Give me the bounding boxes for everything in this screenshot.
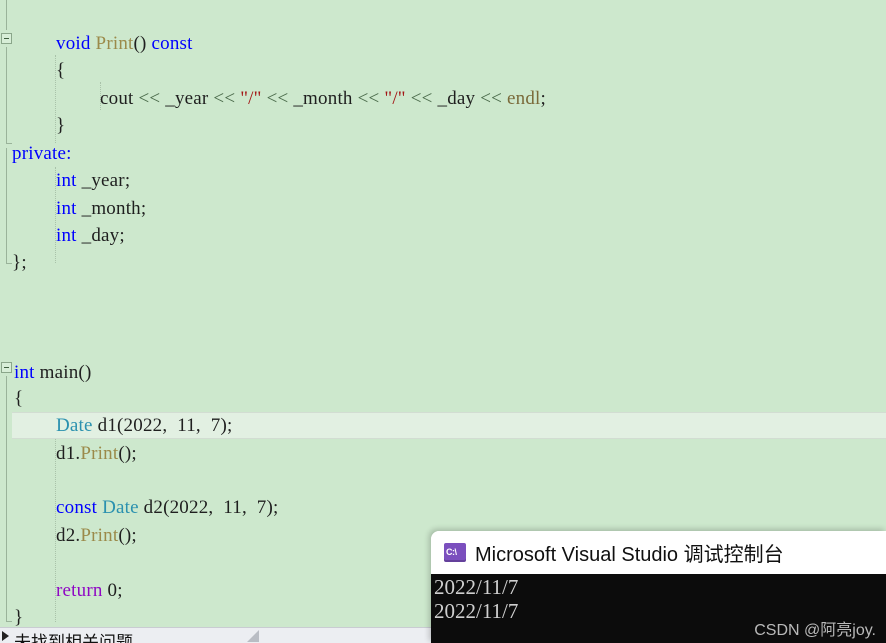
- token-year-var: _year: [165, 88, 209, 109]
- token-parens: (): [133, 33, 147, 54]
- outline-guide-line: [6, 47, 7, 143]
- token-call-end: ();: [118, 525, 137, 546]
- outline-region-end: [6, 621, 12, 622]
- token-type-date: Date: [56, 415, 93, 436]
- code-line-member-day[interactable]: int _day;: [56, 222, 125, 249]
- token-d2-receiver: d2.: [56, 525, 81, 546]
- token-parens: (): [78, 362, 92, 383]
- code-line-main-open-brace[interactable]: {: [14, 385, 23, 412]
- token-endl: endl: [507, 88, 541, 109]
- token-member-month: _month;: [76, 198, 147, 219]
- debug-console-window[interactable]: Microsoft Visual Studio 调试控制台 2022/11/7 …: [431, 531, 886, 643]
- code-line-class-end[interactable]: };: [12, 249, 27, 276]
- token-shift-op: <<: [266, 88, 289, 109]
- token-function-print: Print: [95, 33, 134, 54]
- outline-guide-line: [6, 376, 7, 621]
- console-titlebar[interactable]: Microsoft Visual Studio 调试控制台: [431, 531, 886, 574]
- console-window-title: Microsoft Visual Studio 调试控制台: [475, 544, 784, 566]
- token-function-main: main: [39, 362, 79, 383]
- status-message: 未找到相关问题: [14, 633, 133, 643]
- token-d1-init: d1(2022, 11, 7);: [92, 415, 233, 436]
- token-function-print: Print: [80, 443, 119, 464]
- token-keyword-void: void: [56, 33, 91, 54]
- token-day-var: _day: [437, 88, 476, 109]
- code-line-d2-print-call[interactable]: d2.Print();: [56, 522, 137, 549]
- token-shift-op: <<: [357, 88, 380, 109]
- token-semicolon: ;: [540, 88, 546, 109]
- token-brace-open: {: [14, 388, 24, 409]
- token-brace-close: }: [14, 607, 24, 627]
- token-keyword-int: int: [56, 225, 77, 246]
- code-line-open-brace[interactable]: {: [56, 57, 65, 84]
- code-line-return-statement[interactable]: return 0;: [56, 577, 123, 604]
- token-d1-receiver: d1.: [56, 443, 81, 464]
- token-keyword-int: int: [14, 362, 35, 383]
- token-d2-init: d2(2022, 11, 7);: [138, 497, 279, 518]
- token-shift-op: <<: [138, 88, 161, 109]
- code-line-close-brace[interactable]: }: [56, 112, 65, 139]
- resize-grip-icon[interactable]: [247, 630, 259, 642]
- token-member-year: _year;: [76, 170, 131, 191]
- token-class-end: };: [12, 252, 27, 273]
- code-line-member-month[interactable]: int _month;: [56, 195, 146, 222]
- console-output-area[interactable]: 2022/11/7 2022/11/7 CSDN @阿亮joy.: [431, 574, 886, 643]
- token-month-var: _month: [293, 88, 353, 109]
- token-call-end: ();: [118, 443, 137, 464]
- console-output-line: 2022/11/7: [434, 599, 519, 623]
- code-line-member-year[interactable]: int _year;: [56, 167, 130, 194]
- code-line-main-signature[interactable]: int main(): [14, 359, 91, 386]
- token-function-print: Print: [80, 525, 119, 546]
- token-keyword-const: const: [151, 33, 193, 54]
- token-access-specifier: private:: [12, 143, 72, 164]
- token-shift-op: <<: [410, 88, 433, 109]
- code-line-cout-statement[interactable]: cout << _year << "/" << _month << "/" <<…: [100, 85, 546, 112]
- collapse-toggle-icon[interactable]: [1, 362, 12, 373]
- token-brace-close: }: [56, 115, 66, 136]
- token-string-slash: "/": [240, 88, 262, 109]
- csdn-watermark: CSDN @阿亮joy.: [754, 622, 876, 639]
- outline-guide-line: [6, 0, 7, 30]
- token-return-value: 0;: [102, 580, 123, 601]
- collapse-toggle-icon[interactable]: [1, 33, 12, 44]
- token-brace-open: {: [56, 60, 66, 81]
- code-line-print-signature[interactable]: void Print() const: [56, 30, 193, 57]
- outline-guide-line: [6, 148, 7, 263]
- token-string-slash: "/": [384, 88, 406, 109]
- code-line-private-label[interactable]: private:: [12, 140, 72, 167]
- token-keyword-return: return: [56, 580, 103, 601]
- token-shift-op: <<: [480, 88, 503, 109]
- token-keyword-int: int: [56, 198, 77, 219]
- editor-outlining-gutter[interactable]: [0, 0, 12, 627]
- token-keyword-int: int: [56, 170, 77, 191]
- token-keyword-const: const: [56, 497, 98, 518]
- token-type-date: Date: [102, 497, 139, 518]
- code-line-d1-print-call[interactable]: d1.Print();: [56, 440, 137, 467]
- token-cout: cout: [100, 88, 134, 109]
- token-member-day: _day;: [76, 225, 125, 246]
- token-shift-op: <<: [213, 88, 236, 109]
- console-output-line: 2022/11/7: [434, 575, 519, 599]
- play-arrow-icon[interactable]: [2, 631, 9, 641]
- code-line-d1-declaration[interactable]: Date d1(2022, 11, 7);: [56, 412, 232, 439]
- code-line-d2-declaration[interactable]: const Date d2(2022, 11, 7);: [56, 494, 279, 521]
- console-app-icon: [444, 543, 466, 562]
- code-line-main-close-brace[interactable]: }: [14, 604, 23, 627]
